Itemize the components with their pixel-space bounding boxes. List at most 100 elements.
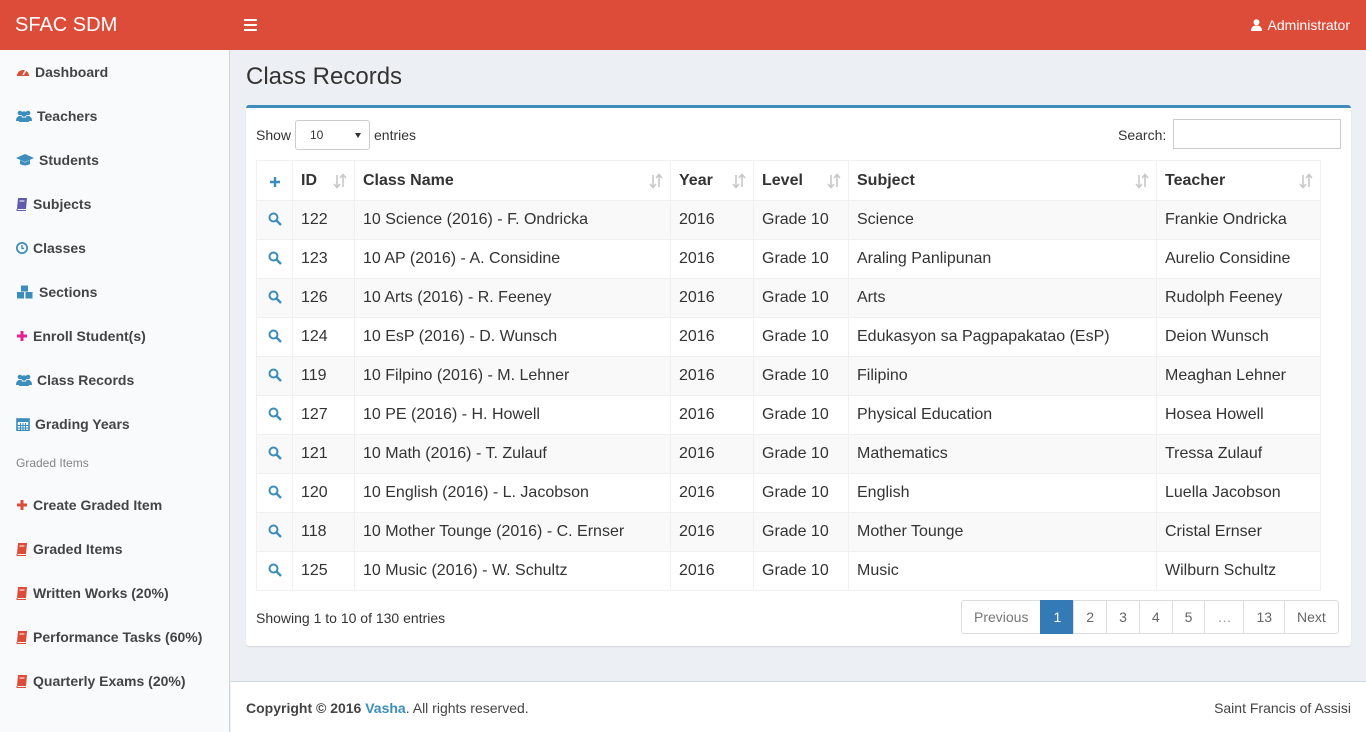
sort-icon: [732, 173, 746, 189]
footer: Copyright © 2016 Vasha. All rights reser…: [231, 681, 1366, 732]
page-4-button[interactable]: 4: [1138, 600, 1173, 634]
cell-id: 127: [292, 395, 355, 435]
column-header-label: ID: [301, 171, 317, 189]
sidebar-item-teachers[interactable]: Teachers: [16, 104, 97, 128]
view-record-button[interactable]: [256, 278, 293, 318]
cell-subject: English: [848, 473, 1157, 513]
sidebar-item-label: Grading Years: [35, 416, 130, 432]
view-record-button[interactable]: [256, 512, 293, 552]
search-input[interactable]: [1173, 119, 1341, 149]
sidebar-item-label: Students: [39, 152, 99, 168]
cell-year: 2016: [670, 356, 754, 396]
page-2-button[interactable]: 2: [1073, 600, 1108, 634]
book-icon: [16, 675, 27, 688]
sidebar-item-grading-years[interactable]: Grading Years: [16, 412, 130, 436]
sidebar-item-performance-tasks-60[interactable]: Performance Tasks (60%): [16, 625, 202, 649]
user-menu[interactable]: Administrator: [1250, 0, 1350, 50]
table-row: 124 10 EsP (2016) - D. Wunsch 2016 Grade 10…: [256, 317, 1321, 357]
users-icon: [16, 110, 32, 122]
table-row: 120 10 English (2016) - L. Jacobson 2016 Gr…: [256, 473, 1321, 513]
column-header-teacher[interactable]: Teacher: [1156, 160, 1321, 201]
page-13-button[interactable]: 13: [1243, 600, 1286, 634]
sidebar-item-label: Performance Tasks (60%): [33, 629, 203, 645]
cell-teacher: Cristal Ernser: [1156, 512, 1321, 552]
view-record-button[interactable]: [256, 356, 293, 396]
cell-teacher: Hosea Howell: [1156, 395, 1321, 435]
table-row: 127 10 PE (2016) - H. Howell 2016 Grade 10 P…: [256, 395, 1321, 435]
table-row: 118 10 Mother Tounge (2016) - C. Ernser 20…: [256, 512, 1321, 552]
next-page-button[interactable]: Next: [1284, 600, 1339, 634]
cell-id: 118: [292, 512, 355, 552]
cell-year: 2016: [670, 200, 754, 240]
expand-all-header[interactable]: [256, 160, 293, 201]
sidebar-item-quarterly-exams-20[interactable]: Quarterly Exams (20%): [16, 669, 186, 693]
view-record-button[interactable]: [256, 200, 293, 240]
view-record-button[interactable]: [256, 473, 293, 513]
page-5-button[interactable]: 5: [1171, 600, 1206, 634]
sidebar-item-subjects[interactable]: Subjects: [16, 192, 91, 216]
sidebar-item-label: Subjects: [33, 196, 92, 212]
sidebar-item-written-works-20[interactable]: Written Works (20%): [16, 581, 169, 605]
show-label: Show: [256, 127, 292, 143]
cell-year: 2016: [670, 317, 754, 357]
sidebar-item-label: Enroll Student(s): [33, 328, 146, 344]
cell-subject: Mother Tounge: [848, 512, 1157, 552]
company-link[interactable]: Vasha: [365, 700, 405, 716]
sidebar-item-graded-items[interactable]: Graded Items: [16, 537, 122, 561]
showing-info: Showing 1 to 10 of 130 entries: [256, 610, 446, 626]
view-record-button[interactable]: [256, 434, 293, 474]
organization-name: Saint Francis of Assisi: [1214, 700, 1351, 716]
sidebar-item-sections[interactable]: Sections: [16, 280, 97, 304]
table-row: 122 10 Science (2016) - F. Ondricka 2016 Gr…: [256, 200, 1321, 240]
cell-class-name: 10 English (2016) - L. Jacobson: [354, 473, 671, 513]
search-icon: [268, 290, 282, 304]
copyright: Copyright © 2016 Vasha. All rights reser…: [246, 700, 529, 716]
cell-year: 2016: [670, 512, 754, 552]
column-header-id[interactable]: ID: [292, 160, 355, 201]
sidebar-item-classes[interactable]: Classes: [16, 236, 86, 260]
book-icon: [16, 631, 27, 644]
sidebar-item-students[interactable]: Students: [16, 148, 99, 172]
search-icon: [268, 563, 282, 577]
sidebar-item-label: Graded Items: [33, 541, 123, 557]
cell-teacher: Wilburn Schultz: [1156, 551, 1321, 591]
table-row: 125 10 Music (2016) - W. Schultz 2016 Grade…: [256, 551, 1321, 591]
previous-page-button[interactable]: Previous: [961, 600, 1042, 634]
sidebar-item-dashboard[interactable]: Dashboard: [16, 60, 108, 84]
table-row: 121 10 Math (2016) - T. Zulauf 2016 Grade 1…: [256, 434, 1321, 474]
column-header-class-name[interactable]: Class Name: [354, 160, 671, 201]
dashboard-icon: [17, 69, 29, 76]
view-record-button[interactable]: [256, 239, 293, 279]
page-1-button[interactable]: 1: [1040, 600, 1075, 634]
view-record-button[interactable]: [256, 551, 293, 591]
page-ellipsis: …: [1204, 600, 1245, 634]
column-header-year[interactable]: Year: [670, 160, 754, 201]
cell-class-name: 10 Mother Tounge (2016) - C. Ernser: [354, 512, 671, 552]
sidebar-item-create-graded-item[interactable]: Create Graded Item: [16, 493, 162, 517]
column-header-subject[interactable]: Subject: [848, 160, 1157, 201]
page-3-button[interactable]: 3: [1106, 600, 1140, 634]
cell-teacher: Meaghan Lehner: [1156, 356, 1321, 396]
sidebar-item-class-records[interactable]: Class Records: [16, 368, 134, 392]
search-icon: [268, 446, 282, 460]
column-header-level[interactable]: Level: [753, 160, 849, 201]
cell-year: 2016: [670, 473, 754, 513]
cell-teacher: Deion Wunsch: [1156, 317, 1321, 357]
sidebar-item-enroll-student-s[interactable]: Enroll Student(s): [16, 324, 146, 348]
cell-class-name: 10 PE (2016) - H. Howell: [354, 395, 671, 435]
cell-level: Grade 10: [753, 278, 849, 318]
class-records-box: Show 10 entries Search: ID Class Name Year…: [246, 105, 1351, 646]
view-record-button[interactable]: [256, 317, 293, 357]
cell-id: 123: [292, 239, 355, 279]
search-icon: [268, 251, 282, 265]
page-length-select[interactable]: 10: [295, 120, 370, 150]
page-length-value: 10: [310, 128, 324, 142]
sidebar-item-label: Class Records: [37, 372, 135, 388]
sort-icon: [827, 173, 841, 189]
brand-logo[interactable]: SFAC SDM: [0, 0, 230, 50]
sidebar-toggle-icon[interactable]: [244, 17, 257, 33]
view-record-button[interactable]: [256, 395, 293, 435]
sidebar-item-label: Dashboard: [35, 64, 109, 80]
cell-level: Grade 10: [753, 200, 849, 240]
cell-teacher: Aurelio Considine: [1156, 239, 1321, 279]
